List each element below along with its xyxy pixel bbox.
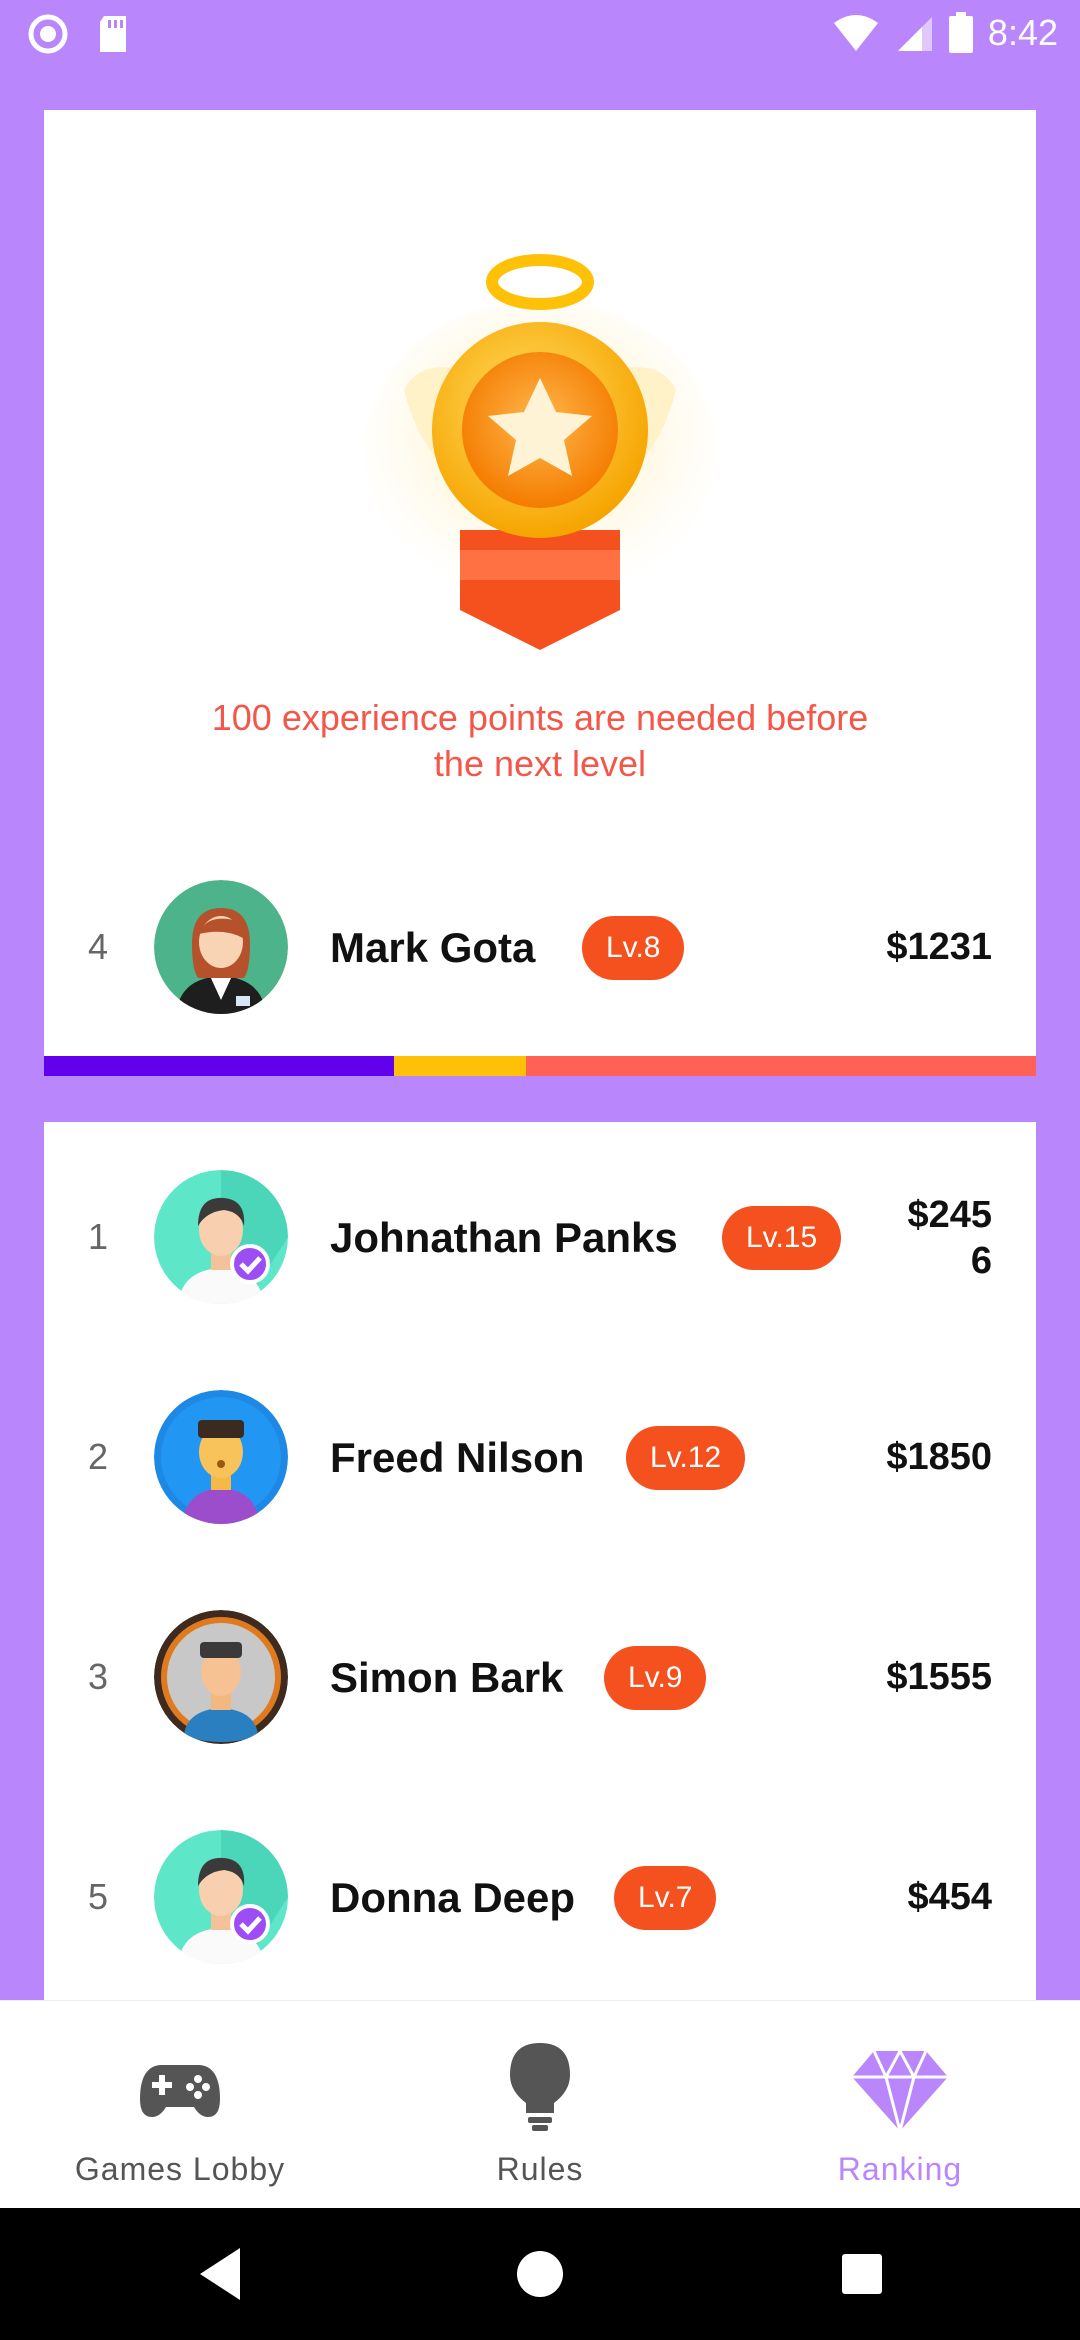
exp-message-line1: 100 experience points are needed before — [211, 697, 869, 738]
exp-message-line2: the next level — [433, 743, 647, 784]
rank-number: 2 — [88, 1436, 109, 1477]
home-icon[interactable] — [516, 2244, 564, 2304]
progress-segment-yellow — [394, 1056, 526, 1076]
nav-ranking-label: Ranking — [837, 2151, 963, 2187]
clock: 8:42 — [987, 12, 1058, 53]
experience-message: 100 experience points are needed before … — [44, 695, 1036, 787]
nav-rules[interactable]: Rules — [360, 2001, 720, 2209]
nav-games-lobby[interactable]: Games Lobby — [0, 2001, 360, 2209]
nav-rules-label: Rules — [496, 2151, 584, 2187]
money-amount: $1850 — [886, 1436, 992, 1478]
level-badge: Lv.15 — [722, 1206, 842, 1270]
list-item[interactable]: 3 Simon Bark Lv.9 $1555 — [44, 1608, 1036, 1748]
nav-games-lobby-label: Games Lobby — [74, 2151, 286, 2187]
list-item[interactable]: 1 Johnathan Panks Lv.15 $2456 — [44, 1168, 1036, 1308]
avatar — [154, 1390, 288, 1524]
signal-icon — [897, 17, 932, 51]
gamepad-icon — [140, 2065, 220, 2117]
progress-segment-purple — [44, 1056, 394, 1076]
diamond-icon — [852, 2047, 948, 2137]
user-name: Johnathan Panks — [330, 1214, 678, 1261]
progress-segment-red — [526, 1056, 1036, 1076]
medal-icon — [364, 254, 716, 650]
back-icon[interactable] — [196, 2244, 244, 2304]
current-user-card: 100 experience points are needed before … — [44, 110, 1036, 1076]
avatar — [154, 880, 288, 1014]
money-amount: $1555 — [886, 1656, 992, 1698]
list-item[interactable]: 5 Donna Deep Lv.7 $454 — [44, 1828, 1036, 1968]
lightbulb-icon — [510, 2043, 570, 2131]
user-name: Donna Deep — [330, 1874, 576, 1921]
list-item[interactable]: 2 Freed Nilson Lv.12 $1850 — [44, 1388, 1036, 1528]
money-amount: $454 — [907, 1876, 992, 1918]
status-bar: 8:42 — [0, 0, 1080, 66]
wifi-icon — [833, 15, 878, 51]
ranking-list: 1 Johnathan Panks Lv.15 $2456 2 Freed Ni… — [44, 1122, 1036, 2002]
nav-ranking[interactable]: Ranking — [720, 2001, 1080, 2209]
user-name: Freed Nilson — [330, 1434, 585, 1481]
level-badge: Lv.12 — [626, 1426, 746, 1490]
rank-number: 4 — [88, 926, 109, 967]
battery-icon — [948, 12, 973, 53]
avatar — [154, 1610, 288, 1744]
rank-number: 1 — [88, 1216, 109, 1257]
recents-icon[interactable] — [838, 2244, 886, 2304]
money-amount: $1231 — [886, 926, 992, 968]
rank-number: 5 — [88, 1876, 109, 1917]
money-amount: $2456 — [907, 1194, 992, 1282]
level-badge: Lv.8 — [582, 916, 685, 980]
user-name: Simon Bark — [330, 1654, 564, 1701]
level-badge: Lv.7 — [614, 1866, 717, 1930]
user-name: Mark Gota — [330, 924, 536, 971]
sd-card-icon — [100, 16, 126, 52]
circle-app-icon — [28, 14, 68, 54]
bottom-navigation: Games Lobby Rules Ranking — [0, 2000, 1080, 2209]
rank-number: 3 — [88, 1656, 109, 1697]
current-user-row[interactable]: 4 Mark Gota Lv.8 $1231 — [44, 878, 1036, 1018]
level-badge: Lv.9 — [604, 1646, 707, 1710]
system-navigation-bar — [0, 2208, 1080, 2340]
avatar — [154, 1830, 288, 1964]
experience-progress-bar — [44, 1056, 1036, 1076]
avatar — [154, 1170, 288, 1304]
